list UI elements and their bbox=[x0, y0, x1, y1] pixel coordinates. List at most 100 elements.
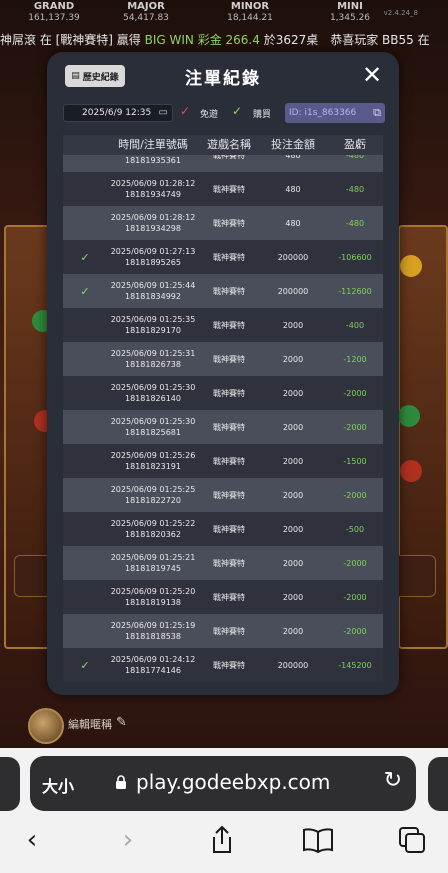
bet-time: 2025/06/09 01:25:20 bbox=[110, 587, 196, 596]
bet-amount: 2000 bbox=[282, 354, 304, 364]
bet-amount: 480 bbox=[285, 184, 301, 194]
ticket-number: 18181818538 bbox=[125, 632, 181, 641]
bet-amount: 2000 bbox=[282, 626, 304, 636]
time-ticket-cell: 2025/06/09 01:28:12 18181934298 bbox=[107, 212, 199, 234]
marquee-highlight: BIG WIN 彩金 266.4 bbox=[144, 33, 260, 47]
profit-loss: -112600 bbox=[338, 286, 372, 296]
table-row[interactable]: ✓ 2025/06/09 01:27:13 18181895265 戰神賽特 20000… bbox=[63, 240, 383, 274]
pencil-icon[interactable]: ✎ bbox=[116, 715, 127, 730]
time-ticket-cell: 2025/06/09 01:27:13 18181895265 bbox=[107, 246, 199, 268]
table-row[interactable]: 2025/06/09 01:25:19 18181818538 戰神賽特 2000 -2… bbox=[63, 614, 383, 648]
ticket-number: 18181822720 bbox=[125, 496, 181, 505]
player-id-box[interactable]: ID: i1s_863366 ⧉ bbox=[285, 103, 385, 123]
share-icon[interactable] bbox=[202, 820, 242, 860]
address-bar[interactable]: 大小 play.godeebxp.com ↻ bbox=[30, 756, 416, 811]
table-row[interactable]: 2025/06/09 01:25:26 18181823191 戰神賽特 2000 -1… bbox=[63, 444, 383, 478]
game-name: 戰神賽特 bbox=[213, 320, 245, 330]
edit-nickname-label[interactable]: 編輯暱稱 bbox=[68, 716, 112, 732]
previous-tab-preview[interactable] bbox=[0, 757, 20, 811]
jackpot-value: 18,144.21 bbox=[227, 13, 273, 23]
table-row[interactable]: ✓ 2025/06/09 01:24:12 18181774146 戰神賽特 20000… bbox=[63, 648, 383, 682]
profit-loss: -2000 bbox=[343, 422, 367, 432]
ticket-number: 18181819138 bbox=[125, 598, 181, 607]
time-ticket-cell: 2025/06/09 01:25:30 18181825681 bbox=[107, 416, 199, 438]
ticket-number: 18181825681 bbox=[125, 428, 181, 437]
back-icon[interactable]: ‹ bbox=[12, 820, 52, 860]
game-name: 戰神賽特 bbox=[213, 626, 245, 636]
bet-time: 2025/06/09 01:25:30 bbox=[110, 417, 196, 426]
tabs-icon[interactable] bbox=[392, 820, 432, 860]
table-row[interactable]: 2025/06/09 01:28:12 18181934749 戰神賽特 480 -48… bbox=[63, 172, 383, 206]
purchase-filter-label: 購買 bbox=[253, 110, 272, 120]
bet-time: 2025/06/09 01:25:26 bbox=[110, 451, 196, 460]
jackpot-grand: GRAND 161,137.39 bbox=[14, 0, 94, 24]
table-row[interactable]: 2025/06/09 01:25:22 18181820362 戰神賽特 2000 -5… bbox=[63, 512, 383, 546]
time-ticket-cell: 2025/06/09 01:25:35 18181829170 bbox=[107, 314, 199, 336]
bet-amount: 200000 bbox=[277, 252, 309, 262]
bookmarks-icon[interactable] bbox=[298, 820, 338, 860]
table-row[interactable]: 2025/06/09 01:25:20 18181819138 戰神賽特 2000 -2… bbox=[63, 580, 383, 614]
header-time: 時間/注單號碼 bbox=[118, 138, 188, 151]
table-row[interactable]: 2025/06/09 01:25:35 18181829170 戰神賽特 2000 -4… bbox=[63, 308, 383, 342]
time-ticket-cell: 2025/06/09 01:25:22 18181820362 bbox=[107, 518, 199, 540]
bet-time: 2025/06/09 01:25:30 bbox=[110, 383, 196, 392]
bet-time: 2025/06/09 01:25:44 bbox=[110, 281, 196, 290]
game-name: 戰神賽特 bbox=[213, 660, 245, 670]
bet-record-list[interactable]: 2025/06/09 01:28:1318181935361 戰神賽特 480 -48… bbox=[63, 155, 383, 687]
table-header: 時間/注單號碼 遊戲名稱 投注金額 盈虧 bbox=[63, 135, 383, 155]
game-name: 戰神賽特 bbox=[213, 524, 245, 534]
bet-amount: 480 bbox=[285, 218, 301, 228]
forward-icon[interactable]: › bbox=[108, 820, 148, 860]
time-ticket-cell: 2025/06/09 01:28:1318181935361 bbox=[107, 155, 199, 166]
copy-icon[interactable]: ⧉ bbox=[373, 106, 381, 120]
profit-loss: -480 bbox=[345, 155, 365, 160]
ticket-number: 18181895265 bbox=[125, 258, 181, 267]
table-row[interactable]: ✓ 2025/06/09 01:25:44 18181834992 戰神賽特 20000… bbox=[63, 274, 383, 308]
jackpot-major: MAJOR 54,417.83 bbox=[106, 0, 186, 24]
table-row[interactable]: 2025/06/09 01:25:25 18181822720 戰神賽特 2000 -2… bbox=[63, 478, 383, 512]
table-row[interactable]: 2025/06/09 01:25:31 18181826738 戰神賽特 2000 -1… bbox=[63, 342, 383, 376]
time-ticket-cell: 2025/06/09 01:25:19 18181818538 bbox=[107, 620, 199, 642]
bet-time: 2025/06/09 01:25:25 bbox=[110, 485, 196, 494]
jackpot-name: MAJOR bbox=[127, 1, 165, 12]
reload-icon[interactable]: ↻ bbox=[384, 768, 402, 793]
table-row[interactable]: 2025/06/09 01:25:21 18181819745 戰神賽特 2000 -2… bbox=[63, 546, 383, 580]
bet-time: 2025/06/09 01:28:12 bbox=[110, 213, 196, 222]
bet-amount: 2000 bbox=[282, 524, 304, 534]
header-game: 遊戲名稱 bbox=[207, 138, 251, 151]
text-size-button[interactable]: 大小 bbox=[42, 773, 74, 797]
next-tab-preview[interactable] bbox=[428, 757, 448, 811]
bet-time: 2025/06/09 01:28:12 bbox=[110, 179, 196, 188]
table-row[interactable]: 2025/06/09 01:28:12 18181934298 戰神賽特 480 -48… bbox=[63, 206, 383, 240]
check-icon[interactable]: ✓ bbox=[232, 104, 242, 118]
profit-loss: -2000 bbox=[343, 388, 367, 398]
time-ticket-cell: 2025/06/09 01:25:21 18181819745 bbox=[107, 552, 199, 574]
ticket-number: 18181774146 bbox=[125, 666, 181, 675]
calendar-icon[interactable]: ▭ bbox=[159, 107, 168, 118]
ticket-number: 18181826738 bbox=[125, 360, 181, 369]
bet-amount: 2000 bbox=[282, 592, 304, 602]
check-icon[interactable]: ✓ bbox=[180, 104, 190, 118]
jackpot-value: 54,417.83 bbox=[123, 13, 169, 23]
close-icon[interactable]: ✕ bbox=[359, 62, 385, 88]
ticket-number: 18181934749 bbox=[125, 190, 181, 199]
profit-loss: -1500 bbox=[343, 456, 367, 466]
gem-red bbox=[400, 460, 422, 482]
date-picker-input[interactable]: 2025/6/9 12:35 ▭ bbox=[63, 104, 173, 122]
profit-loss: -106600 bbox=[338, 252, 372, 262]
modal-title: 注單紀錄 bbox=[185, 69, 261, 89]
avatar[interactable] bbox=[28, 708, 64, 744]
profit-loss: -480 bbox=[345, 184, 365, 194]
game-name: 戰神賽特 bbox=[213, 558, 245, 568]
table-row[interactable]: 2025/06/09 01:25:30 18181825681 戰神賽特 2000 -2… bbox=[63, 410, 383, 444]
time-ticket-cell: 2025/06/09 01:25:20 18181819138 bbox=[107, 586, 199, 608]
url-text[interactable]: play.godeebxp.com bbox=[136, 770, 330, 794]
bet-time: 2025/06/09 01:24:12 bbox=[110, 655, 196, 664]
game-name: 戰神賽特 bbox=[213, 354, 245, 364]
jackpot-mini: MINI 1,345.26 bbox=[310, 0, 390, 24]
game-name: 戰神賽特 bbox=[213, 218, 245, 228]
date-value: 2025/6/9 12:35 bbox=[82, 108, 152, 118]
ticket-number: 18181935361 bbox=[125, 156, 181, 165]
table-row[interactable]: 2025/06/09 01:28:1318181935361 戰神賽特 480 -48… bbox=[63, 155, 383, 172]
table-row[interactable]: 2025/06/09 01:25:30 18181826140 戰神賽特 2000 -2… bbox=[63, 376, 383, 410]
